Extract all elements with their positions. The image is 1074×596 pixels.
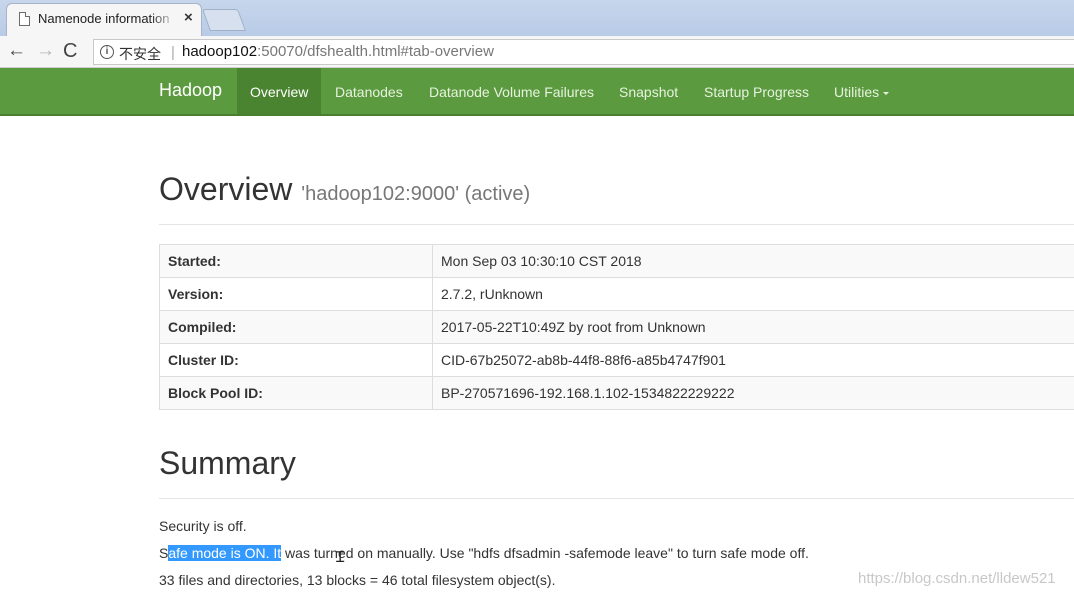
divider bbox=[159, 498, 1074, 499]
hadoop-navbar: Hadoop Overview Datanodes Datanode Volum… bbox=[0, 68, 1074, 116]
browser-window: Namenode information × ← → C i 不安全 | had… bbox=[0, 0, 1074, 596]
url-path: :50070/dfshealth.html#tab-overview bbox=[257, 43, 494, 60]
safemode-status: Safe mode is ON. It was turned on manual… bbox=[159, 545, 809, 561]
caret-down-icon bbox=[883, 91, 890, 95]
row-key: Cluster ID: bbox=[159, 343, 433, 377]
nav-overview[interactable]: Overview bbox=[237, 68, 322, 114]
divider bbox=[159, 224, 1074, 225]
table-row: Version: 2.7.2, rUnknown bbox=[159, 277, 1074, 311]
safemode-text-start: S bbox=[159, 545, 169, 561]
security-status: Security is off. bbox=[159, 518, 247, 534]
table-row: Cluster ID: CID-67b25072-ab8b-44f8-88f6-… bbox=[159, 343, 1074, 377]
row-key: Started: bbox=[159, 244, 433, 278]
row-key: Version: bbox=[159, 277, 433, 311]
info-icon[interactable]: i bbox=[100, 45, 114, 59]
summary-heading: Summary bbox=[159, 445, 296, 481]
overview-subtitle: 'hadoop102:9000' (active) bbox=[301, 183, 531, 205]
tab-title: Namenode information bbox=[38, 11, 170, 26]
text-cursor-icon: Ɪ bbox=[336, 549, 345, 566]
address-separator: | bbox=[171, 44, 175, 61]
table-row: Block Pool ID: BP-270571696-192.168.1.10… bbox=[159, 376, 1074, 410]
nav-utilities-label: Utilities bbox=[834, 84, 880, 100]
browser-toolbar: ← → C i 不安全 | hadoop102:50070/dfshealth.… bbox=[0, 36, 1074, 68]
row-key: Compiled: bbox=[159, 310, 433, 344]
row-value: Mon Sep 03 10:30:10 CST 2018 bbox=[432, 244, 1074, 278]
nav-snapshot[interactable]: Snapshot bbox=[619, 84, 678, 100]
address-bar[interactable]: i 不安全 | hadoop102:50070/dfshealth.html#t… bbox=[93, 39, 1074, 65]
watermark: https://blog.csdn.net/lldew521 bbox=[858, 570, 1056, 587]
table-row: Started: Mon Sep 03 10:30:10 CST 2018 bbox=[159, 244, 1074, 278]
row-value: 2017-05-22T10:49Z by root from Unknown bbox=[432, 310, 1074, 344]
row-value: CID-67b25072-ab8b-44f8-88f6-a85b4747f901 bbox=[432, 343, 1074, 377]
tab-strip: Namenode information × bbox=[0, 0, 1074, 36]
nav-datanodes[interactable]: Datanodes bbox=[335, 84, 403, 100]
brand-logo[interactable]: Hadoop bbox=[159, 80, 222, 101]
table-row: Compiled: 2017-05-22T10:49Z by root from… bbox=[159, 310, 1074, 344]
overview-heading: Overview 'hadoop102:9000' (active) bbox=[159, 171, 530, 208]
browser-tab[interactable]: Namenode information × bbox=[6, 3, 202, 36]
insecure-label[interactable]: 不安全 bbox=[119, 44, 161, 64]
page-icon bbox=[19, 12, 30, 26]
safemode-text-rest: was turned on manually. Use "hdfs dfsadm… bbox=[281, 545, 809, 561]
overview-title: Overview bbox=[159, 171, 293, 207]
new-tab-button[interactable] bbox=[201, 9, 247, 31]
row-key: Block Pool ID: bbox=[159, 376, 433, 410]
url-host: hadoop102 bbox=[182, 43, 258, 60]
nav-datanode-volume-failures[interactable]: Datanode Volume Failures bbox=[429, 84, 594, 100]
nav-startup-progress[interactable]: Startup Progress bbox=[704, 84, 809, 100]
tab-close-icon[interactable]: × bbox=[184, 9, 193, 26]
selected-text: afe mode is ON. It bbox=[168, 545, 282, 561]
forward-arrow-icon[interactable]: → bbox=[36, 39, 55, 63]
row-value: BP-270571696-192.168.1.102-1534822229222 bbox=[432, 376, 1074, 410]
back-arrow-icon[interactable]: ← bbox=[7, 39, 26, 63]
row-value: 2.7.2, rUnknown bbox=[432, 277, 1074, 311]
reload-icon[interactable]: C bbox=[63, 39, 77, 63]
filesystem-summary: 33 files and directories, 13 blocks = 46… bbox=[159, 572, 556, 588]
overview-table: Started: Mon Sep 03 10:30:10 CST 2018 Ve… bbox=[159, 244, 1074, 410]
nav-utilities[interactable]: Utilities bbox=[834, 84, 890, 100]
url-text[interactable]: hadoop102:50070/dfshealth.html#tab-overv… bbox=[182, 43, 494, 60]
